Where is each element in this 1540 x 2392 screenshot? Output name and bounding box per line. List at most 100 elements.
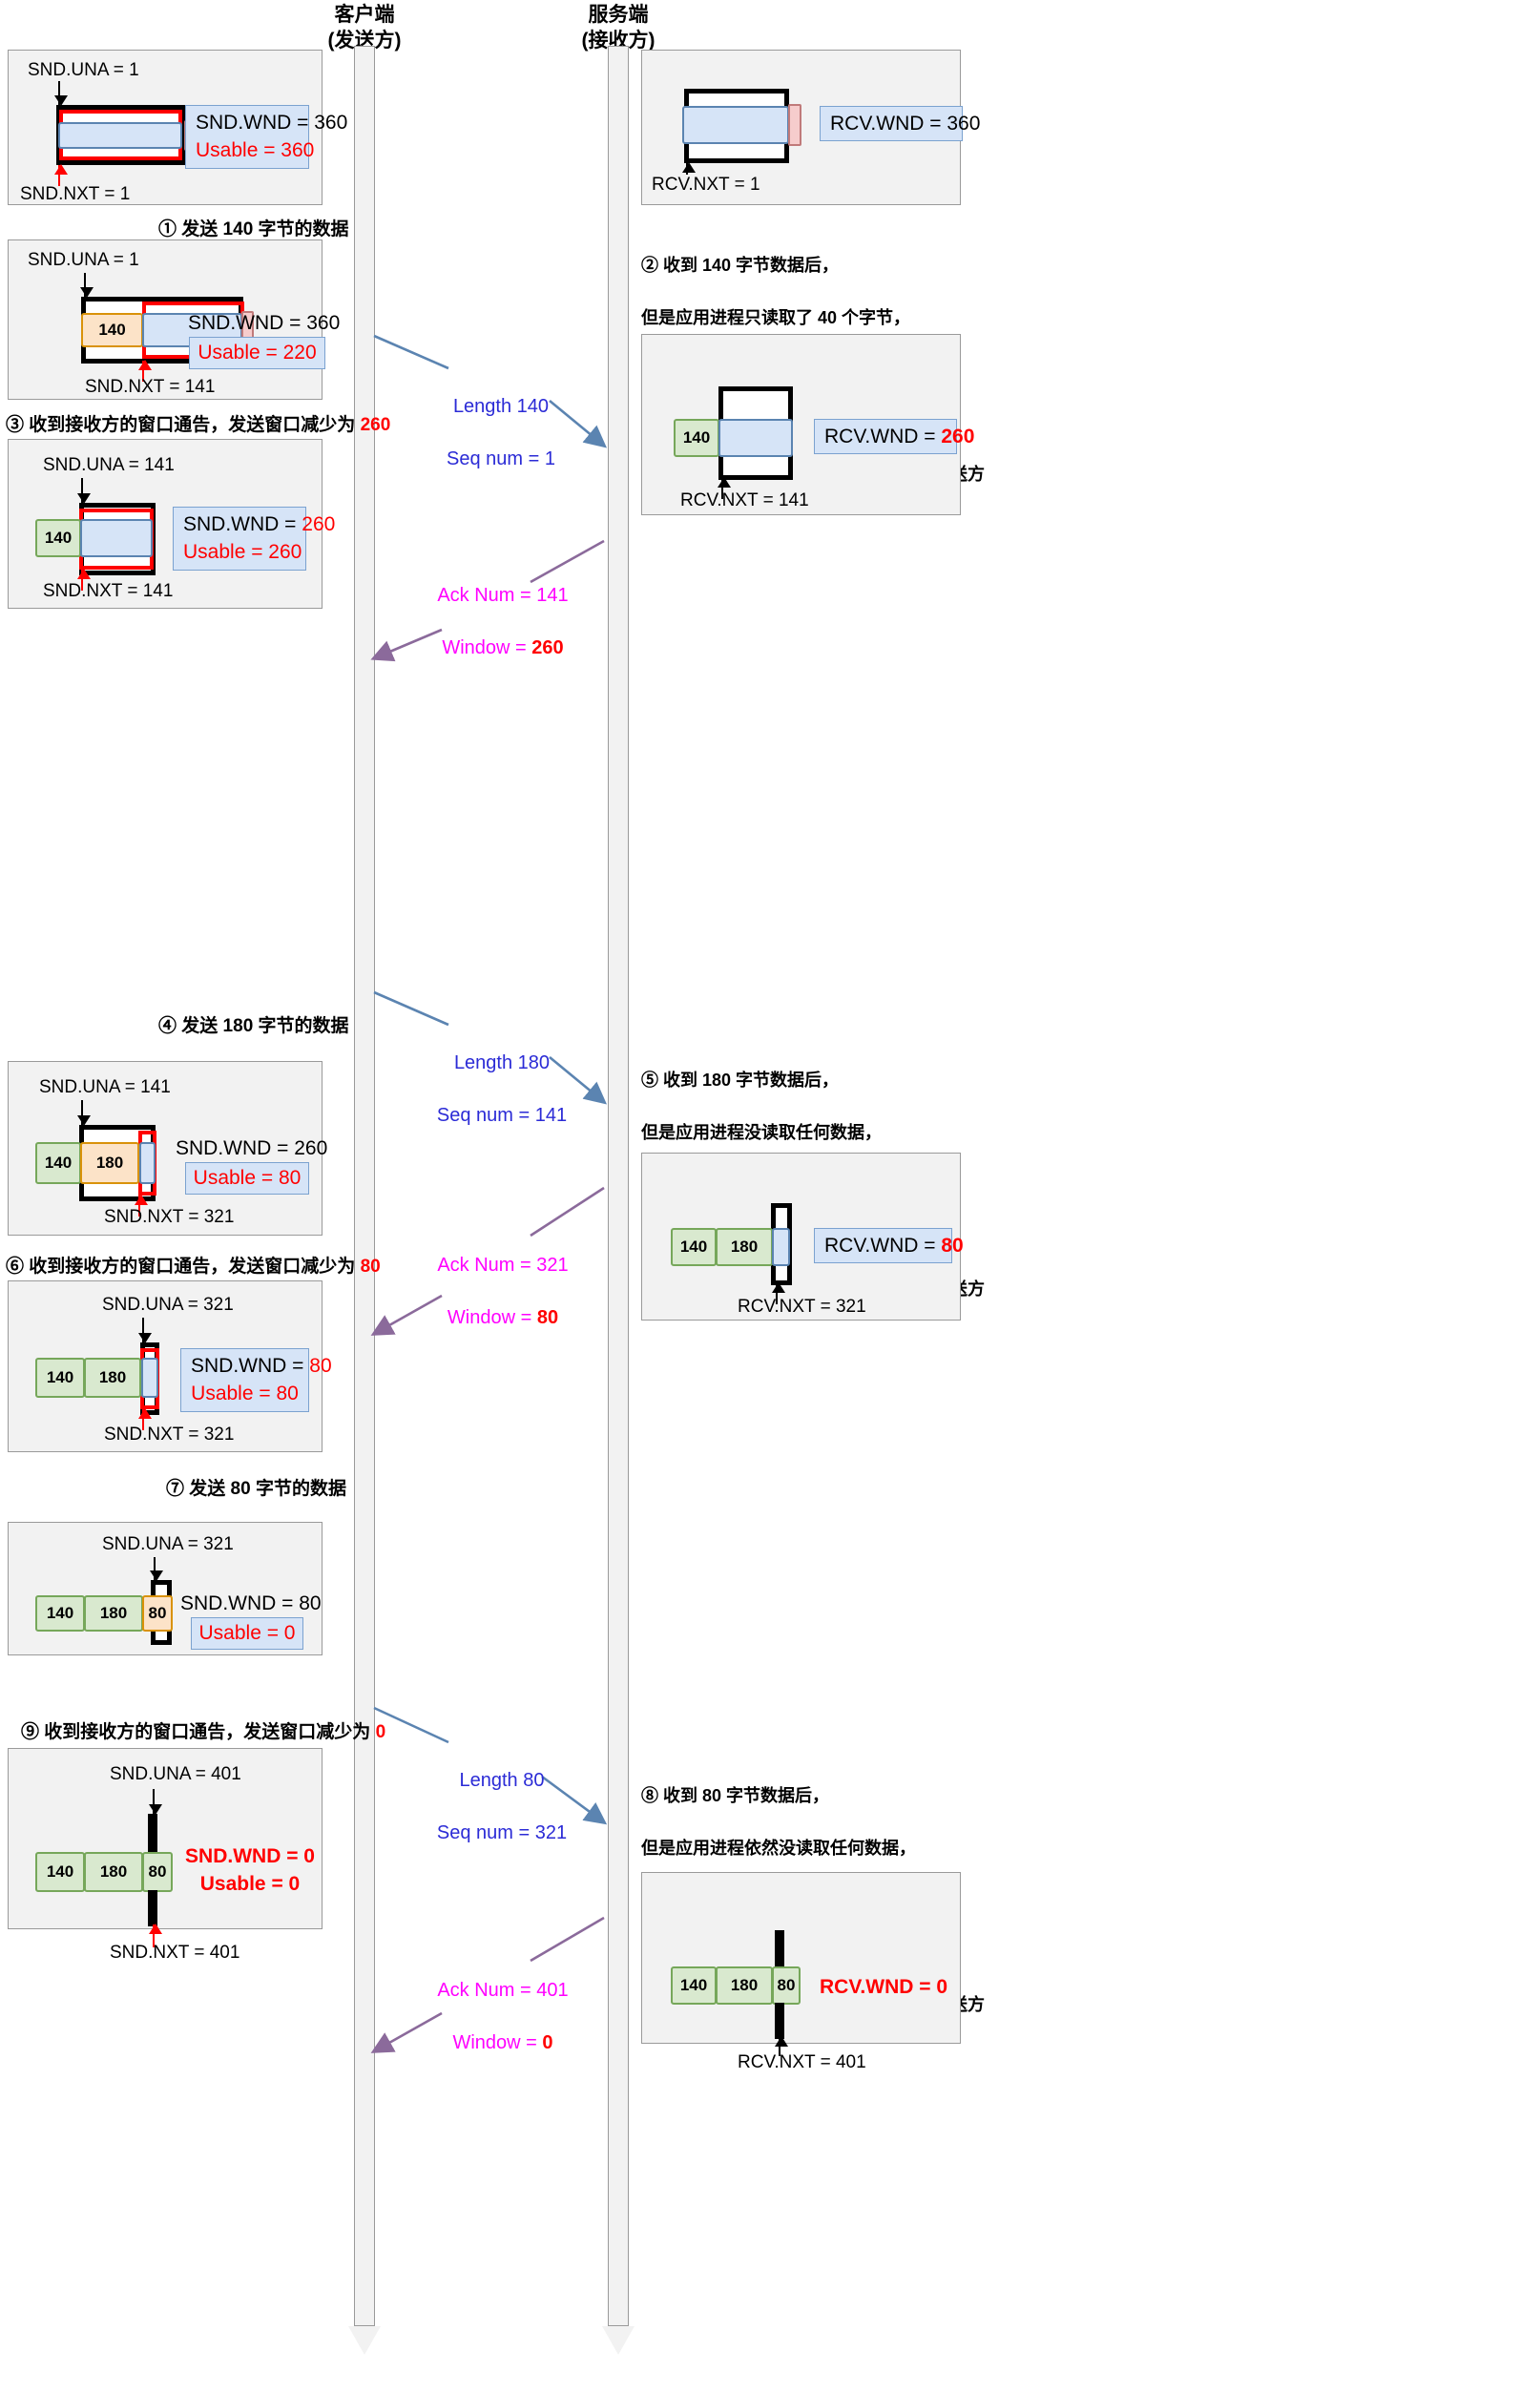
message-window-3: Window = 0	[452, 2031, 553, 2053]
lifeline-client-arrowhead	[348, 2326, 381, 2355]
usable-band-0	[58, 122, 182, 149]
message-window-value-3: 0	[542, 2031, 553, 2053]
snd-una-label-1: SND.UNA = 1	[28, 250, 139, 270]
rcv-wnd-text-s0: RCV.WND = 360	[830, 113, 981, 135]
snd-wnd-text-3: SND.WND = 260	[176, 1137, 328, 1159]
snd-wnd-text-0: SND.WND = 360	[196, 112, 348, 134]
client-panel-step4: SND.UNA = 141 140 180 SND.NXT = 321 SND.…	[8, 1061, 328, 1236]
snd-una-arrow-1	[79, 273, 94, 298]
snd-nxt-label-2: SND.NXT = 141	[43, 581, 174, 601]
caption-step4: ④ 发送 180 字节的数据	[158, 1011, 349, 1037]
usable-band-4	[141, 1358, 158, 1398]
usable-text-2: Usable = 260	[183, 541, 302, 564]
client-panel-step6: SND.UNA = 321 140 180 SND.NXT = 321 SND.…	[8, 1280, 332, 1452]
client-panel-initial: SND.UNA = 1 SND.NXT = 1 SND.WND = 360 Us…	[8, 50, 348, 205]
caption-step3: ③ 收到接收方的窗口通告，发送窗口减少为 260	[6, 410, 390, 436]
rcv-nxt-label-s0: RCV.NXT = 1	[652, 175, 760, 195]
snd-nxt-arrow-0	[53, 164, 68, 186]
snd-wnd-callout-2: SND.WND = 260 Usable = 260	[173, 507, 336, 571]
data-block-80-acked-6: 80	[142, 1852, 173, 1892]
data-block-140-acked-5: 140	[35, 1595, 85, 1632]
snd-wnd-callout-3: SND.WND = 260 Usable = 80	[176, 1134, 328, 1195]
rcv-wnd-text-s2: RCV.WND =	[824, 1235, 942, 1257]
caption-step9-value: 0	[375, 1722, 386, 1742]
message-label-data-3: Length 80 Seq num = 321	[416, 1741, 588, 1873]
client-panel-step9: SND.UNA = 401 140 180 80 SND.NXT = 401 S…	[8, 1748, 323, 1963]
message-acknum-2: Ack Num = 321	[437, 1254, 569, 1276]
diagram-canvas: 客户端 (发送方) 服务端 (接收方) Length 140 Seq num =…	[0, 0, 1540, 2392]
server-panel-step5: 140 180 RCV.NXT = 321 RCV.WND = 80	[641, 1153, 964, 1321]
snd-nxt-label-0: SND.NXT = 1	[20, 184, 131, 204]
zero-window-bar-top-s3	[775, 1930, 784, 1968]
message-seq-1: Seq num = 1	[447, 447, 555, 469]
snd-una-label-3: SND.UNA = 141	[39, 1077, 171, 1097]
snd-una-arrow-0	[53, 81, 68, 106]
usable-text-5: Usable = 0	[190, 1617, 304, 1650]
note-step8-line1: ⑧ 收到 80 字节数据后，	[641, 1786, 830, 1806]
zero-window-bar-bottom-s3	[775, 2003, 784, 2039]
message-label-data-1: Length 140 Seq num = 1	[420, 367, 582, 499]
snd-wnd-callout-5: SND.WND = 80 Usable = 0	[180, 1590, 322, 1650]
client-panel-step7: SND.UNA = 321 140 180 80 SND.WND = 80 Us…	[8, 1522, 323, 1655]
message-label-ack-2: Ack Num = 321 Window = 80	[412, 1226, 593, 1358]
recv-window-band-s0	[682, 106, 789, 144]
message-label-ack-3: Ack Num = 401 Window = 0	[412, 1951, 593, 2083]
snd-una-arrow-4	[137, 1318, 152, 1343]
data-block-180-inflight: 180	[80, 1142, 139, 1184]
snd-wnd-value-2: 260	[302, 513, 336, 535]
snd-wnd-callout-4: SND.WND = 80 Usable = 80	[180, 1348, 332, 1412]
lifeline-client	[354, 46, 375, 2326]
snd-wnd-value-4: 80	[309, 1355, 332, 1377]
note-step2-line1: ② 收到 140 字节数据后，	[641, 256, 840, 276]
snd-wnd-text-4: SND.WND = 80	[191, 1355, 332, 1377]
snd-una-arrow-2	[76, 478, 91, 504]
caption-step1-text: ① 发送 140 字节的数据	[158, 219, 349, 239]
rcv-wnd-callout-s1: RCV.WND = 260	[814, 419, 974, 455]
caption-step6: ⑥ 收到接收方的窗口通告，发送窗口减少为 80	[6, 1252, 381, 1278]
rcv-wnd-text-s1: RCV.WND =	[824, 426, 942, 447]
recv-window-band-s2	[772, 1228, 790, 1266]
snd-nxt-label-6: SND.NXT = 401	[110, 1943, 240, 1963]
snd-una-label-6: SND.UNA = 401	[110, 1764, 241, 1784]
usable-band-3	[139, 1142, 156, 1184]
rcv-wnd-text-s3: RCV.WND = 0	[820, 1976, 948, 1998]
note-step5-line1: ⑤ 收到 180 字节数据后，	[641, 1071, 840, 1091]
note-step5-line2: 但是应用进程没读取任何数据，	[641, 1123, 882, 1143]
snd-wnd-text-2: SND.WND = 260	[183, 513, 336, 535]
message-length-1: Length 140	[452, 395, 550, 417]
data-block-80-recv-s3: 80	[772, 1966, 801, 2005]
data-block-140-recv-s2: 140	[671, 1228, 717, 1266]
data-block-140-inflight: 140	[81, 313, 143, 347]
message-label-data-2: Length 180 Seq num = 141	[416, 1024, 588, 1155]
client-panel-step3: SND.UNA = 141 140 SND.NXT = 141 SND.WND …	[8, 439, 336, 609]
rcv-nxt-label-s1: RCV.NXT = 141	[680, 490, 809, 510]
snd-nxt-label-1: SND.NXT = 141	[85, 377, 216, 397]
lifeline-server	[608, 46, 629, 2326]
rcv-wnd-callout-s2: RCV.WND = 80	[814, 1228, 964, 1264]
usable-text-0: Usable = 360	[196, 139, 315, 162]
server-panel-step8: 140 180 80 RCV.NXT = 401 RCV.WND = 0	[641, 1872, 961, 2072]
note-step2-line2: 但是应用进程只读取了 40 个字节，	[641, 308, 911, 328]
data-block-140-recv-s1: 140	[674, 419, 719, 457]
data-block-140-acked-2: 140	[35, 519, 81, 557]
snd-una-label-0: SND.UNA = 1	[28, 60, 139, 80]
message-window-value-2: 80	[536, 1306, 559, 1328]
snd-una-label-4: SND.UNA = 321	[102, 1295, 234, 1315]
rcv-nxt-arrow-s0	[681, 162, 696, 175]
rcv-wnd-callout-s0: RCV.WND = 360	[820, 106, 980, 142]
snd-una-arrow-5	[149, 1557, 163, 1581]
caption-step9-prefix: ⑨ 收到接收方的窗口通告，发送窗口减少为	[21, 1722, 376, 1742]
zero-window-bar-bottom-6	[148, 1890, 157, 1926]
caption-step4-text: ④ 发送 180 字节的数据	[158, 1016, 349, 1036]
message-acknum-3: Ack Num = 401	[437, 1979, 569, 2001]
snd-una-arrow-6	[148, 1789, 162, 1815]
data-block-180-acked-4: 180	[84, 1358, 141, 1398]
message-label-ack-1: Ack Num = 141 Window = 260	[412, 556, 593, 688]
data-block-140-acked-6: 140	[35, 1852, 85, 1892]
message-acknum-1: Ack Num = 141	[437, 584, 569, 606]
snd-wnd-callout-0: SND.WND = 360 Usable = 360	[185, 105, 348, 169]
snd-wnd-text-6: SND.WND = 0	[185, 1845, 315, 1867]
data-block-80-inflight: 80	[142, 1595, 173, 1632]
snd-nxt-label-4: SND.NXT = 321	[104, 1425, 235, 1445]
message-length-2: Length 180	[453, 1051, 551, 1073]
